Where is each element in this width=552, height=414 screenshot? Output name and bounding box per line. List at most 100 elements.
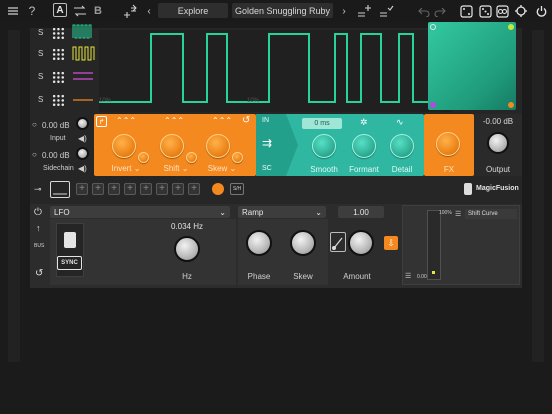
slot-add-8[interactable]: + [172,183,184,195]
preset-b-button[interactable]: B [92,3,104,19]
slot-add-2[interactable]: + [76,183,88,195]
settings-icon[interactable] [514,3,528,19]
randomize-icon[interactable] [122,3,138,19]
slot-add-7[interactable]: + [156,183,168,195]
shift-knob[interactable] [160,134,184,158]
menu-icon[interactable] [6,3,20,19]
sync-button[interactable]: SYNC [57,256,82,270]
input-label: Input [50,135,66,142]
skew-label[interactable]: Skew ⌄ [202,164,242,173]
input-speaker-icon[interactable]: ◀) [78,134,87,143]
preset-prev-button[interactable]: ‹ [145,3,153,19]
fx-knob[interactable] [436,132,460,156]
row-4-grid-icon[interactable] [52,94,65,107]
lfo-type-select[interactable]: LFO ⌄ [50,206,230,218]
mod-reset-icon[interactable]: ↺ [35,268,43,279]
slot-add-4[interactable]: + [108,183,120,195]
mod-power-icon[interactable]: ⏻ [34,207,42,218]
route-arrows-icon[interactable]: ⇉ [262,136,272,150]
lfo-rate-knob[interactable] [174,236,200,262]
row-2-grid-icon[interactable] [52,48,65,61]
shift-curve-menu-icon[interactable]: ☰ [455,210,461,218]
invert-label[interactable]: Invert ⌄ [106,164,146,173]
lfo-mode-icon[interactable] [64,232,76,248]
slot-add-9[interactable]: + [188,183,200,195]
invert-mod-knob[interactable] [138,152,149,163]
preset-a-button[interactable]: A [53,3,67,17]
shift-curve-top-pct: 100% [439,210,452,216]
phase-knob[interactable] [246,230,272,256]
lfo-wave-editor[interactable]: 10% 10% [99,30,452,112]
shift-label[interactable]: Shift ⌄ [156,164,196,173]
amount-value[interactable]: 1.00 [338,206,384,218]
lfo-body: SYNC 0.034 Hz Hz [50,219,236,285]
link-icon[interactable] [496,3,509,19]
mod-source-orange-dot[interactable] [212,183,224,195]
skew-mod-knob[interactable] [232,152,243,163]
smooth-knob[interactable] [312,134,336,158]
shift-curve-panel[interactable]: 100% 0.00 ☰ ☰ Shift Curve [402,205,520,285]
route-icon[interactable]: ⊸ [34,184,42,195]
layout-icon[interactable] [460,3,473,19]
slot-add-5[interactable]: + [124,183,136,195]
mod-trigger-icon[interactable]: ↑ [36,223,41,233]
sidechain-speaker-icon[interactable]: ◀) [78,164,87,173]
add-preset-icon[interactable] [356,3,372,19]
sample-hold-button[interactable]: S/H [230,183,244,195]
formant-label: Formant [349,165,379,174]
row-3-grid-icon[interactable] [52,71,65,84]
detail-label: Detail [391,165,413,174]
slot-add-3[interactable]: + [92,183,104,195]
row-4-thumbnail[interactable] [72,90,96,109]
sidechain-db: 0.00 dB [42,151,70,160]
redo-icon[interactable] [434,3,446,19]
row-3-label: S [38,72,44,81]
shift-curve-title: Shift Curve [465,209,517,219]
ramp-skew-knob[interactable] [290,230,316,256]
ramp-type-select[interactable]: Ramp ⌄ [238,206,326,218]
sidechain-radio[interactable]: ○ [32,150,37,159]
lfo-dropdown-icon: ⌄ [219,207,226,217]
ramp-type-label: Ramp [242,207,264,217]
row-1-grid-icon[interactable] [52,27,65,40]
ramp-body: Phase Skew [238,219,330,285]
input-radio[interactable]: ○ [32,120,37,129]
preset-name[interactable]: Golden Snuggling Ruby [232,3,333,18]
preset-next-button[interactable]: › [340,3,348,19]
xy-pad[interactable] [428,22,516,110]
slot-add-6[interactable]: + [140,183,152,195]
input-knob[interactable] [76,117,89,130]
output-knob[interactable] [487,132,509,154]
amount-polarity-icon[interactable] [330,232,346,252]
sidechain-knob[interactable] [76,147,89,160]
row-1-thumbnail[interactable] [72,22,96,41]
formant-knob[interactable] [352,134,376,158]
shift-mod-knob[interactable] [186,152,197,163]
lfo-rate-value: 0.034 Hz [170,222,204,231]
row-2-thumbnail[interactable] [72,44,96,63]
power-icon[interactable] [535,3,548,19]
save-preset-icon[interactable] [378,3,394,19]
shift-module-toggle-icon[interactable]: ↱ [96,116,107,127]
row-3-thumbnail[interactable] [72,67,96,86]
time-display[interactable]: 0 ms [302,118,342,129]
help-button[interactable]: ? [26,3,38,19]
detail-knob[interactable] [390,134,414,158]
ab-swap-icon[interactable] [72,3,88,19]
skew-knob[interactable] [206,134,230,158]
shift-module: ↱ ⌃⌃⌃ ⌃⌃⌃ ⌃⌃⌃ ↺ Invert ⌄ Shift ⌄ Skew ⌄ [94,114,256,176]
shift-curve-list-icon[interactable]: ☰ [405,272,411,280]
undo-icon[interactable] [418,3,430,19]
reset-icon[interactable]: ↺ [242,115,250,126]
shift-curve-slider[interactable] [427,210,441,280]
amount-knob[interactable] [348,230,374,256]
lfo-rate-label: Hz [182,272,192,281]
row-1-label: S [38,28,44,37]
row-2-label: S [38,49,44,58]
dice-icon[interactable] [479,3,492,19]
slot-1-selected[interactable] [50,181,70,198]
invert-knob[interactable] [112,134,136,158]
explore-button[interactable]: Explore [158,3,228,18]
amount-link-icon[interactable]: ⇩ [384,236,398,250]
lfo-sync-box: SYNC [56,223,84,277]
